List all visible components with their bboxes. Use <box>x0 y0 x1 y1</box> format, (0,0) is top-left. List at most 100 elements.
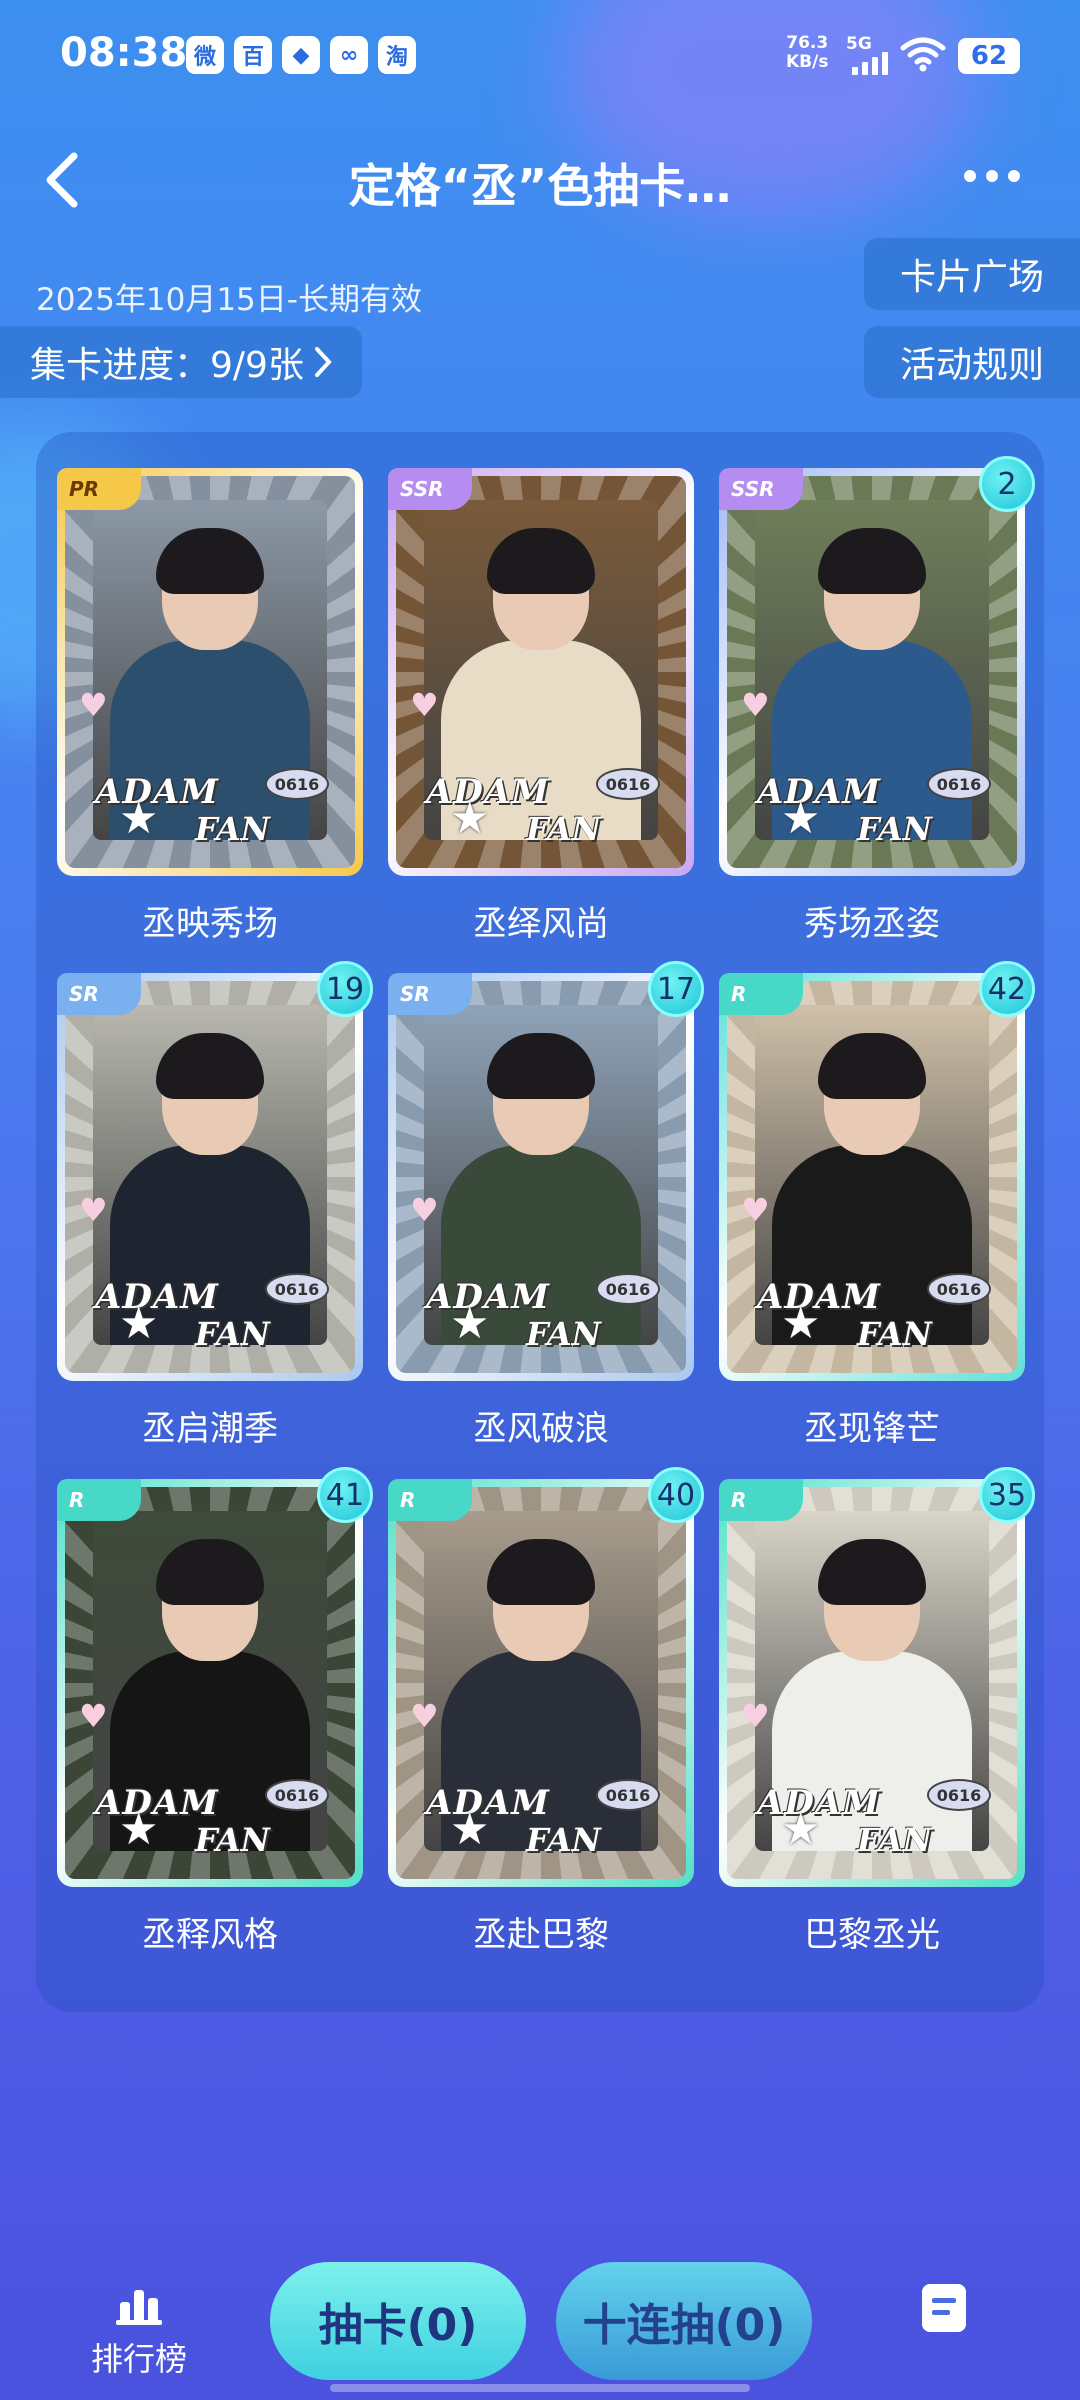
rarity-badge: SSR <box>719 468 803 510</box>
card-plaza-button[interactable]: 卡片广场 <box>864 238 1080 310</box>
leaderboard-tab[interactable]: 排行榜 <box>84 2286 194 2380</box>
notification-icons: 微 百 ◆ ∞ 淘 <box>186 36 416 74</box>
collection-card[interactable]: ♥ ADAM FAN 0616 ★ R 35 <box>719 1467 1035 1887</box>
collection-card[interactable]: ♥ ADAM FAN 0616 ★ SR 19 <box>57 961 373 1381</box>
leaderboard-label: 排行榜 <box>90 2340 187 2378</box>
card-count-badge: 35 <box>979 1467 1035 1523</box>
card-artwork: ♥ ADAM FAN 0616 ★ <box>65 981 355 1373</box>
star-icon: ★ <box>781 793 821 844</box>
collection-card[interactable]: ♥ ADAM FAN 0616 ★ R 40 <box>388 1467 704 1887</box>
card-count-badge: 2 <box>979 456 1035 512</box>
card-artwork: ♥ ADAM FAN 0616 ★ <box>396 476 686 868</box>
collection-card[interactable]: ♥ ADAM FAN 0616 ★ SSR <box>388 468 694 876</box>
status-time: 08:38 <box>60 30 188 76</box>
star-icon: ★ <box>119 1298 159 1349</box>
star-icon: ★ <box>781 1804 821 1855</box>
rarity-badge: SR <box>388 973 472 1015</box>
figure-hair <box>487 528 595 594</box>
heart-icon: ♥ <box>410 1191 439 1229</box>
rarity-badge: R <box>388 1479 472 1521</box>
card-logo-bottom: FAN <box>857 1315 932 1353</box>
star-icon: ★ <box>450 1298 490 1349</box>
card-artwork: ♥ ADAM FAN 0616 ★ <box>65 476 355 868</box>
card-badge-oval: 0616 <box>265 1273 329 1305</box>
card-artwork: ♥ ADAM FAN 0616 ★ <box>727 981 1017 1373</box>
collection-card[interactable]: ♥ ADAM FAN 0616 ★ SR 17 <box>388 961 704 1381</box>
collection-progress[interactable]: 集卡进度：9/9张 <box>0 326 362 398</box>
signal-icon <box>852 52 888 75</box>
rarity-badge: R <box>57 1479 141 1521</box>
more-icon[interactable] <box>964 170 1020 182</box>
figure-hair <box>156 528 264 594</box>
card-logo-bottom: FAN <box>857 1821 932 1859</box>
collection-card[interactable]: ♥ ADAM FAN 0616 ★ R 42 <box>719 961 1035 1381</box>
card-logo-bottom: FAN <box>195 810 270 848</box>
rarity-badge: R <box>719 973 803 1015</box>
card-name: 秀场丞姿 <box>804 904 940 944</box>
heart-icon: ♥ <box>79 686 108 724</box>
card-name: 丞风破浪 <box>473 1409 609 1449</box>
card-badge-oval: 0616 <box>596 1779 660 1811</box>
figure-hair <box>487 1539 595 1605</box>
star-icon: ★ <box>450 1804 490 1855</box>
baidu-icon: 百 <box>234 36 272 74</box>
figure-hair <box>156 1539 264 1605</box>
card-badge-oval: 0616 <box>265 1779 329 1811</box>
heart-icon: ♥ <box>79 1697 108 1735</box>
collection-card[interactable]: ♥ ADAM FAN 0616 ★ PR <box>57 468 363 876</box>
card-name: 丞释风格 <box>142 1915 278 1955</box>
home-indicator <box>330 2384 750 2392</box>
card-count-badge: 19 <box>317 961 373 1017</box>
heart-icon: ♥ <box>79 1191 108 1229</box>
card-logo-bottom: FAN <box>195 1315 270 1353</box>
collection-card[interactable]: ♥ ADAM FAN 0616 ★ R 41 <box>57 1467 373 1887</box>
record-icon[interactable] <box>922 2284 966 2332</box>
heart-icon: ♥ <box>741 1697 770 1735</box>
star-icon: ★ <box>450 793 490 844</box>
rules-button[interactable]: 活动规则 <box>864 326 1080 398</box>
status-bar: 08:38 微 百 ◆ ∞ 淘 76.3 KB/s 5G 62 <box>0 0 1080 110</box>
card-badge-oval: 0616 <box>927 768 991 800</box>
figure-hair <box>487 1033 595 1099</box>
card-badge-oval: 0616 <box>927 1273 991 1305</box>
card-logo-bottom: FAN <box>526 1315 601 1353</box>
back-arrow-icon[interactable] <box>36 148 96 212</box>
card-count-badge: 42 <box>979 961 1035 1017</box>
card-artwork: ♥ ADAM FAN 0616 ★ <box>727 1487 1017 1879</box>
collection-card[interactable]: ♥ ADAM FAN 0616 ★ SSR 2 <box>719 456 1035 876</box>
card-logo-bottom: FAN <box>526 810 601 848</box>
rarity-badge: SSR <box>388 468 472 510</box>
card-logo-bottom: FAN <box>195 1821 270 1859</box>
rarity-badge: PR <box>57 468 141 510</box>
network-type: 5G <box>846 34 872 54</box>
figure-hair <box>818 1539 926 1605</box>
card-count-badge: 40 <box>648 1467 704 1523</box>
event-date: 2025年10月15日-长期有效 <box>36 282 422 318</box>
weibo-icon: 微 <box>186 36 224 74</box>
net-speed-value: 76.3 <box>786 33 829 53</box>
star-icon: ★ <box>119 1804 159 1855</box>
card-logo-bottom: FAN <box>526 1821 601 1859</box>
card-name: 丞绎风尚 <box>473 904 609 944</box>
draw-card-button[interactable]: 抽卡(0) <box>270 2262 526 2380</box>
taobao-icon: 淘 <box>378 36 416 74</box>
card-name: 巴黎丞光 <box>804 1915 940 1955</box>
card-artwork: ♥ ADAM FAN 0616 ★ <box>727 476 1017 868</box>
heart-icon: ♥ <box>741 686 770 724</box>
card-artwork: ♥ ADAM FAN 0616 ★ <box>396 1487 686 1879</box>
card-name: 丞启潮季 <box>142 1409 278 1449</box>
heart-icon: ♥ <box>410 686 439 724</box>
card-count-badge: 17 <box>648 961 704 1017</box>
heart-icon: ♥ <box>741 1191 770 1229</box>
progress-label: 集卡进度：9/9张 <box>30 345 304 386</box>
card-badge-oval: 0616 <box>596 768 660 800</box>
card-count-badge: 41 <box>317 1467 373 1523</box>
card-logo-bottom: FAN <box>857 810 932 848</box>
leaderboard-icon <box>116 2290 162 2325</box>
card-name: 丞映秀场 <box>142 904 278 944</box>
card-name: 丞赴巴黎 <box>473 1915 609 1955</box>
card-name: 丞现锋芒 <box>804 1409 940 1449</box>
ten-draw-button[interactable]: 十连抽(0) <box>556 2262 812 2380</box>
net-speed: 76.3 KB/s <box>786 34 828 72</box>
card-badge-oval: 0616 <box>265 768 329 800</box>
